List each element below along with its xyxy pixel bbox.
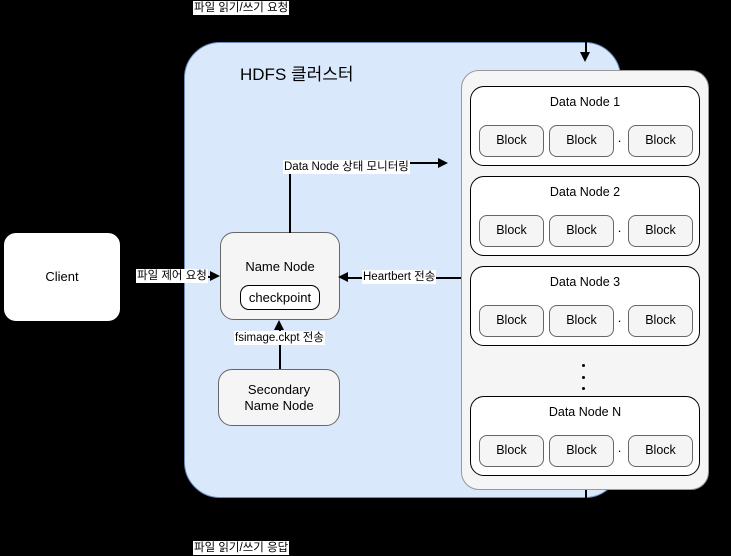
- data-node-vertical-ellipsis: [581, 364, 585, 390]
- checkpoint-label: checkpoint: [248, 289, 312, 305]
- top-request-label: 파일 읽기/쓰기 요청: [193, 1, 290, 15]
- data-node-n[interactable]: Data Node N Block Block · · Block: [470, 396, 700, 476]
- data-node-2-block-2[interactable]: Block: [549, 215, 614, 247]
- data-node-n-block-1[interactable]: Block: [479, 435, 544, 467]
- data-node-1-block-2[interactable]: Block: [549, 125, 614, 157]
- checkpoint-node[interactable]: checkpoint: [240, 285, 320, 310]
- data-node-n-title: Data Node N: [548, 405, 622, 419]
- cluster-title: HDFS 클러스터: [240, 65, 354, 84]
- file-control-request-arrowhead: [210, 271, 220, 281]
- data-node-3[interactable]: Data Node 3 Block Block · · Block: [470, 266, 700, 346]
- client-node[interactable]: Client: [2, 231, 122, 323]
- secondary-name-node-label-line1: Secondary: [247, 381, 311, 397]
- data-node-3-block-3[interactable]: Block: [628, 305, 693, 337]
- data-node-1[interactable]: Data Node 1 Block Block · · Block: [470, 86, 700, 166]
- data-node-2[interactable]: Data Node 2 Block Block · · Block: [470, 176, 700, 256]
- name-node-label: Name Node: [245, 259, 315, 274]
- data-node-n-block-3[interactable]: Block: [628, 435, 693, 467]
- top-request-arrowhead: [580, 52, 590, 62]
- diagram-canvas: HDFS 클러스터 파일 읽기/쓰기 요청 파일 읽기/쓰기 응답 Client…: [0, 0, 731, 556]
- data-node-3-block-1[interactable]: Block: [479, 305, 544, 337]
- data-node-1-block-1[interactable]: Block: [479, 125, 544, 157]
- fsimage-transfer-label: fsimage.ckpt 전송: [234, 331, 325, 345]
- file-control-request-label: 파일 제어 요청: [136, 269, 208, 283]
- data-node-n-block-2[interactable]: Block: [549, 435, 614, 467]
- heartbeat-label: Heartbert 전송: [362, 270, 437, 284]
- datanode-monitoring-arrowhead: [438, 158, 448, 168]
- data-node-1-block-3[interactable]: Block: [628, 125, 693, 157]
- bottom-response-line: [585, 490, 587, 542]
- heartbeat-arrowhead: [338, 272, 348, 282]
- data-node-1-title: Data Node 1: [549, 95, 621, 109]
- secondary-name-node[interactable]: Secondary Name Node: [218, 369, 340, 426]
- data-node-2-title: Data Node 2: [549, 185, 621, 199]
- client-label: Client: [45, 269, 79, 285]
- data-node-2-block-3[interactable]: Block: [628, 215, 693, 247]
- data-node-3-block-2[interactable]: Block: [549, 305, 614, 337]
- fsimage-transfer-arrowhead: [274, 320, 284, 330]
- data-node-2-block-1[interactable]: Block: [479, 215, 544, 247]
- data-node-3-title: Data Node 3: [549, 275, 621, 289]
- secondary-name-node-label-line2: Name Node: [244, 397, 314, 413]
- bottom-response-label: 파일 읽기/쓰기 응답: [193, 541, 290, 555]
- top-request-line: [585, 8, 587, 56]
- datanode-monitoring-label: Data Node 상태 모니터링: [283, 160, 410, 174]
